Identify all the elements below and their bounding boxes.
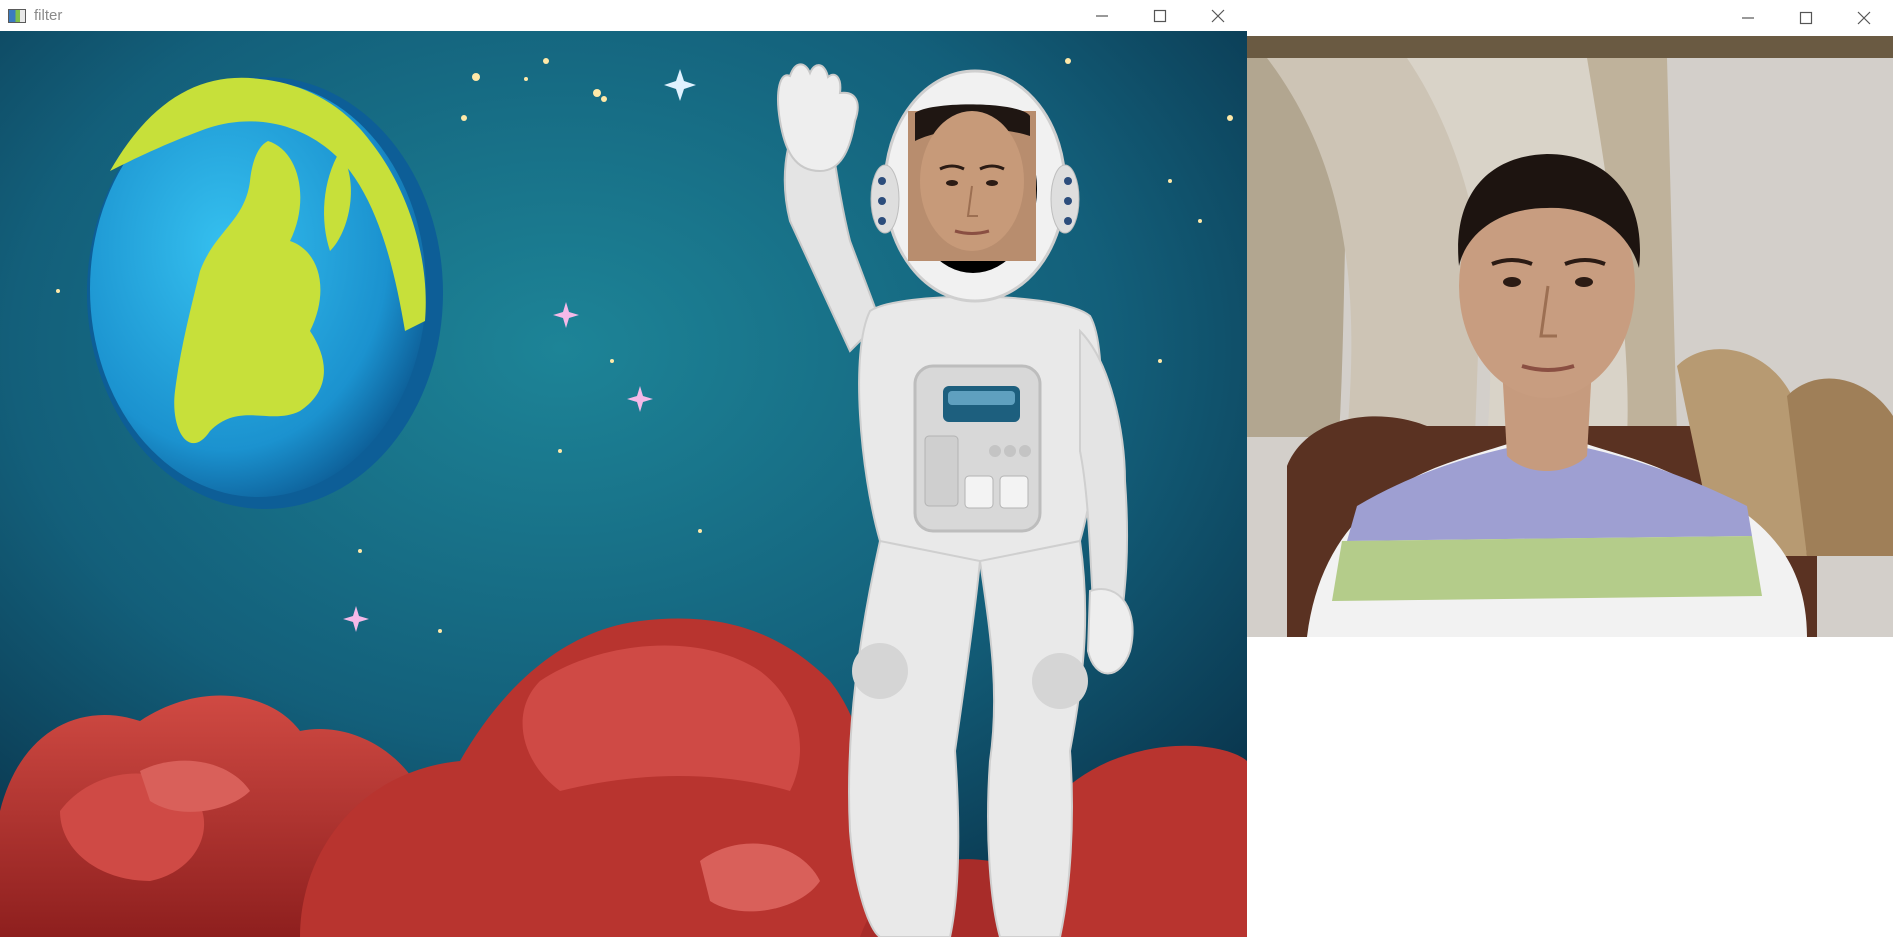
maximize-button[interactable] xyxy=(1131,0,1189,31)
camera-window-controls xyxy=(1719,0,1893,36)
camera-feed-view xyxy=(1247,36,1893,637)
camera-window-titlebar[interactable] xyxy=(1247,0,1893,36)
space-scene xyxy=(0,31,1247,937)
minimize-icon xyxy=(1742,17,1754,19)
minimize-icon xyxy=(1096,14,1108,17)
window-controls xyxy=(1073,0,1247,31)
app-window-icon xyxy=(8,8,26,23)
earth-planet xyxy=(87,77,443,509)
window-title: filter xyxy=(34,7,63,24)
webcam-frame xyxy=(1247,36,1893,637)
maximize-icon xyxy=(1799,11,1813,25)
close-icon xyxy=(1857,11,1871,25)
minimize-button[interactable] xyxy=(1073,0,1131,31)
camera-close-button[interactable] xyxy=(1835,0,1893,36)
maximize-icon xyxy=(1153,9,1167,22)
close-icon xyxy=(1211,9,1225,22)
filter-window: filter xyxy=(0,0,1247,937)
camera-window xyxy=(1247,0,1893,637)
close-button[interactable] xyxy=(1189,0,1247,31)
filter-window-titlebar[interactable]: filter xyxy=(0,0,1247,31)
camera-maximize-button[interactable] xyxy=(1777,0,1835,36)
camera-minimize-button[interactable] xyxy=(1719,0,1777,36)
filter-output-view xyxy=(0,31,1247,937)
face-overlay xyxy=(908,104,1036,261)
